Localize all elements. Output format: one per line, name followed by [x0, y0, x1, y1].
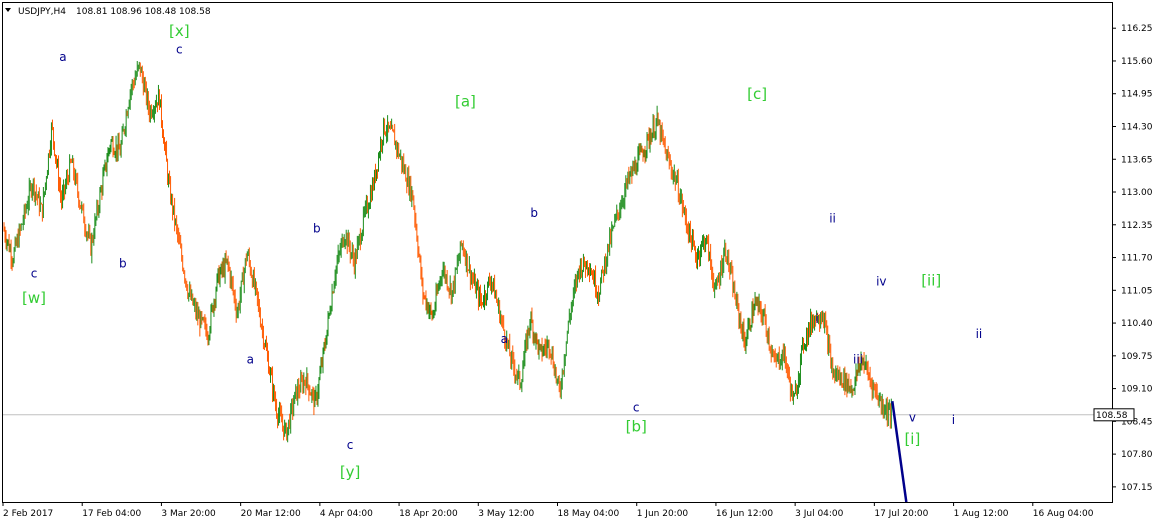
price-tick-label: 107.15	[1121, 483, 1153, 493]
wave-label-minor: a	[59, 50, 66, 64]
price-tick-label: 114.30	[1121, 122, 1153, 132]
time-tick-label: 17 Feb 04:00	[82, 509, 141, 519]
time-tick-label: 3 Jul 04:00	[795, 509, 844, 519]
price-tick-label: 114.95	[1121, 90, 1153, 100]
wave-label-minor: b	[530, 206, 538, 220]
wave-label-minor: b	[119, 257, 127, 271]
time-tick-label: 1 Jun 20:00	[637, 509, 689, 519]
symbol-timeframe: USDJPY,H4	[18, 7, 66, 17]
wave-label-minor: ii	[976, 327, 983, 341]
projection-line	[891, 401, 908, 503]
time-tick-label: 17 Jul 20:00	[874, 509, 928, 519]
current-price-marker: 108.58	[1093, 408, 1135, 422]
wave-label-major: [w]	[22, 289, 46, 307]
wave-label-minor: b	[313, 221, 321, 235]
price-axis: 116.25 115.60 114.95 114.30 113.65 113.00 112.…	[1112, 24, 1153, 493]
wave-label-minor: a	[501, 332, 508, 346]
candles-layer	[3, 60, 892, 443]
time-tick-label: 16 Aug 04:00	[1033, 509, 1094, 519]
time-tick-label: 18 Apr 20:00	[399, 509, 458, 519]
wave-label-minor: i	[815, 312, 818, 326]
price-tick-label: 107.80	[1121, 450, 1153, 460]
wave-label-minor: v	[909, 410, 916, 424]
wave-label-minor: iv	[876, 274, 886, 288]
time-axis: 2 Feb 2017 17 Feb 04:00 3 Mar 20:00 20 Mar …	[2, 502, 1094, 519]
price-tick-label: 109.75	[1121, 352, 1153, 362]
time-tick-label: 20 Mar 12:00	[241, 509, 301, 519]
price-tick-label: 116.25	[1121, 24, 1153, 34]
time-tick-label: 18 May 04:00	[558, 509, 620, 519]
wave-label-minor: c	[347, 438, 354, 452]
time-tick-label: 16 Jun 12:00	[716, 509, 773, 519]
price-tick-label: 111.70	[1121, 254, 1153, 264]
plot-frame	[2, 2, 1113, 503]
price-tick-label: 111.05	[1121, 286, 1153, 296]
price-tick-label: 113.65	[1121, 155, 1153, 165]
wave-label-minor: ii	[829, 211, 836, 225]
price-tick-label: 112.35	[1121, 221, 1153, 231]
wave-labels-layer: ac[w]bc[x]abc[y][a]abc[b][c]iiiiiiiv [ii]…	[22, 22, 982, 481]
wave-label-major: [ii]	[921, 271, 941, 289]
wave-label-minor: i	[952, 413, 955, 427]
price-tick-label: 115.60	[1121, 57, 1153, 67]
time-tick-label: 3 Mar 20:00	[161, 509, 216, 519]
chart-canvas[interactable]: ac[w]bc[x]abc[y][a]abc[b][c]iiiiiiiv [ii]…	[0, 0, 1155, 525]
time-tick-label: 2 Feb 2017	[3, 509, 53, 519]
time-tick-label: 1 Aug 12:00	[954, 509, 1009, 519]
wave-label-minor: a	[247, 352, 254, 366]
wave-label-minor: iii	[853, 352, 863, 366]
price-tick-label: 109.10	[1121, 385, 1153, 395]
wave-label-major: [b]	[626, 417, 647, 435]
svg-text:108.58: 108.58	[1096, 411, 1128, 421]
time-tick-label: 3 May 12:00	[478, 509, 534, 519]
time-tick-label: 4 Apr 04:00	[320, 509, 373, 519]
wave-label-major: [x]	[169, 22, 190, 40]
price-tick-label: 110.40	[1121, 319, 1153, 329]
price-tick-label: 113.00	[1121, 188, 1153, 198]
wave-label-major: [i]	[904, 430, 920, 448]
triangle-down-icon[interactable]	[5, 8, 11, 12]
wave-label-major: [c]	[747, 85, 767, 103]
wave-label-minor: c	[31, 267, 38, 281]
wave-label-minor: c	[176, 42, 183, 56]
wave-label-major: [a]	[455, 92, 476, 110]
wave-label-major: [y]	[340, 463, 361, 481]
ohlc-values: 108.81 108.96 108.48 108.58	[76, 7, 211, 17]
wave-label-minor: c	[633, 400, 640, 414]
